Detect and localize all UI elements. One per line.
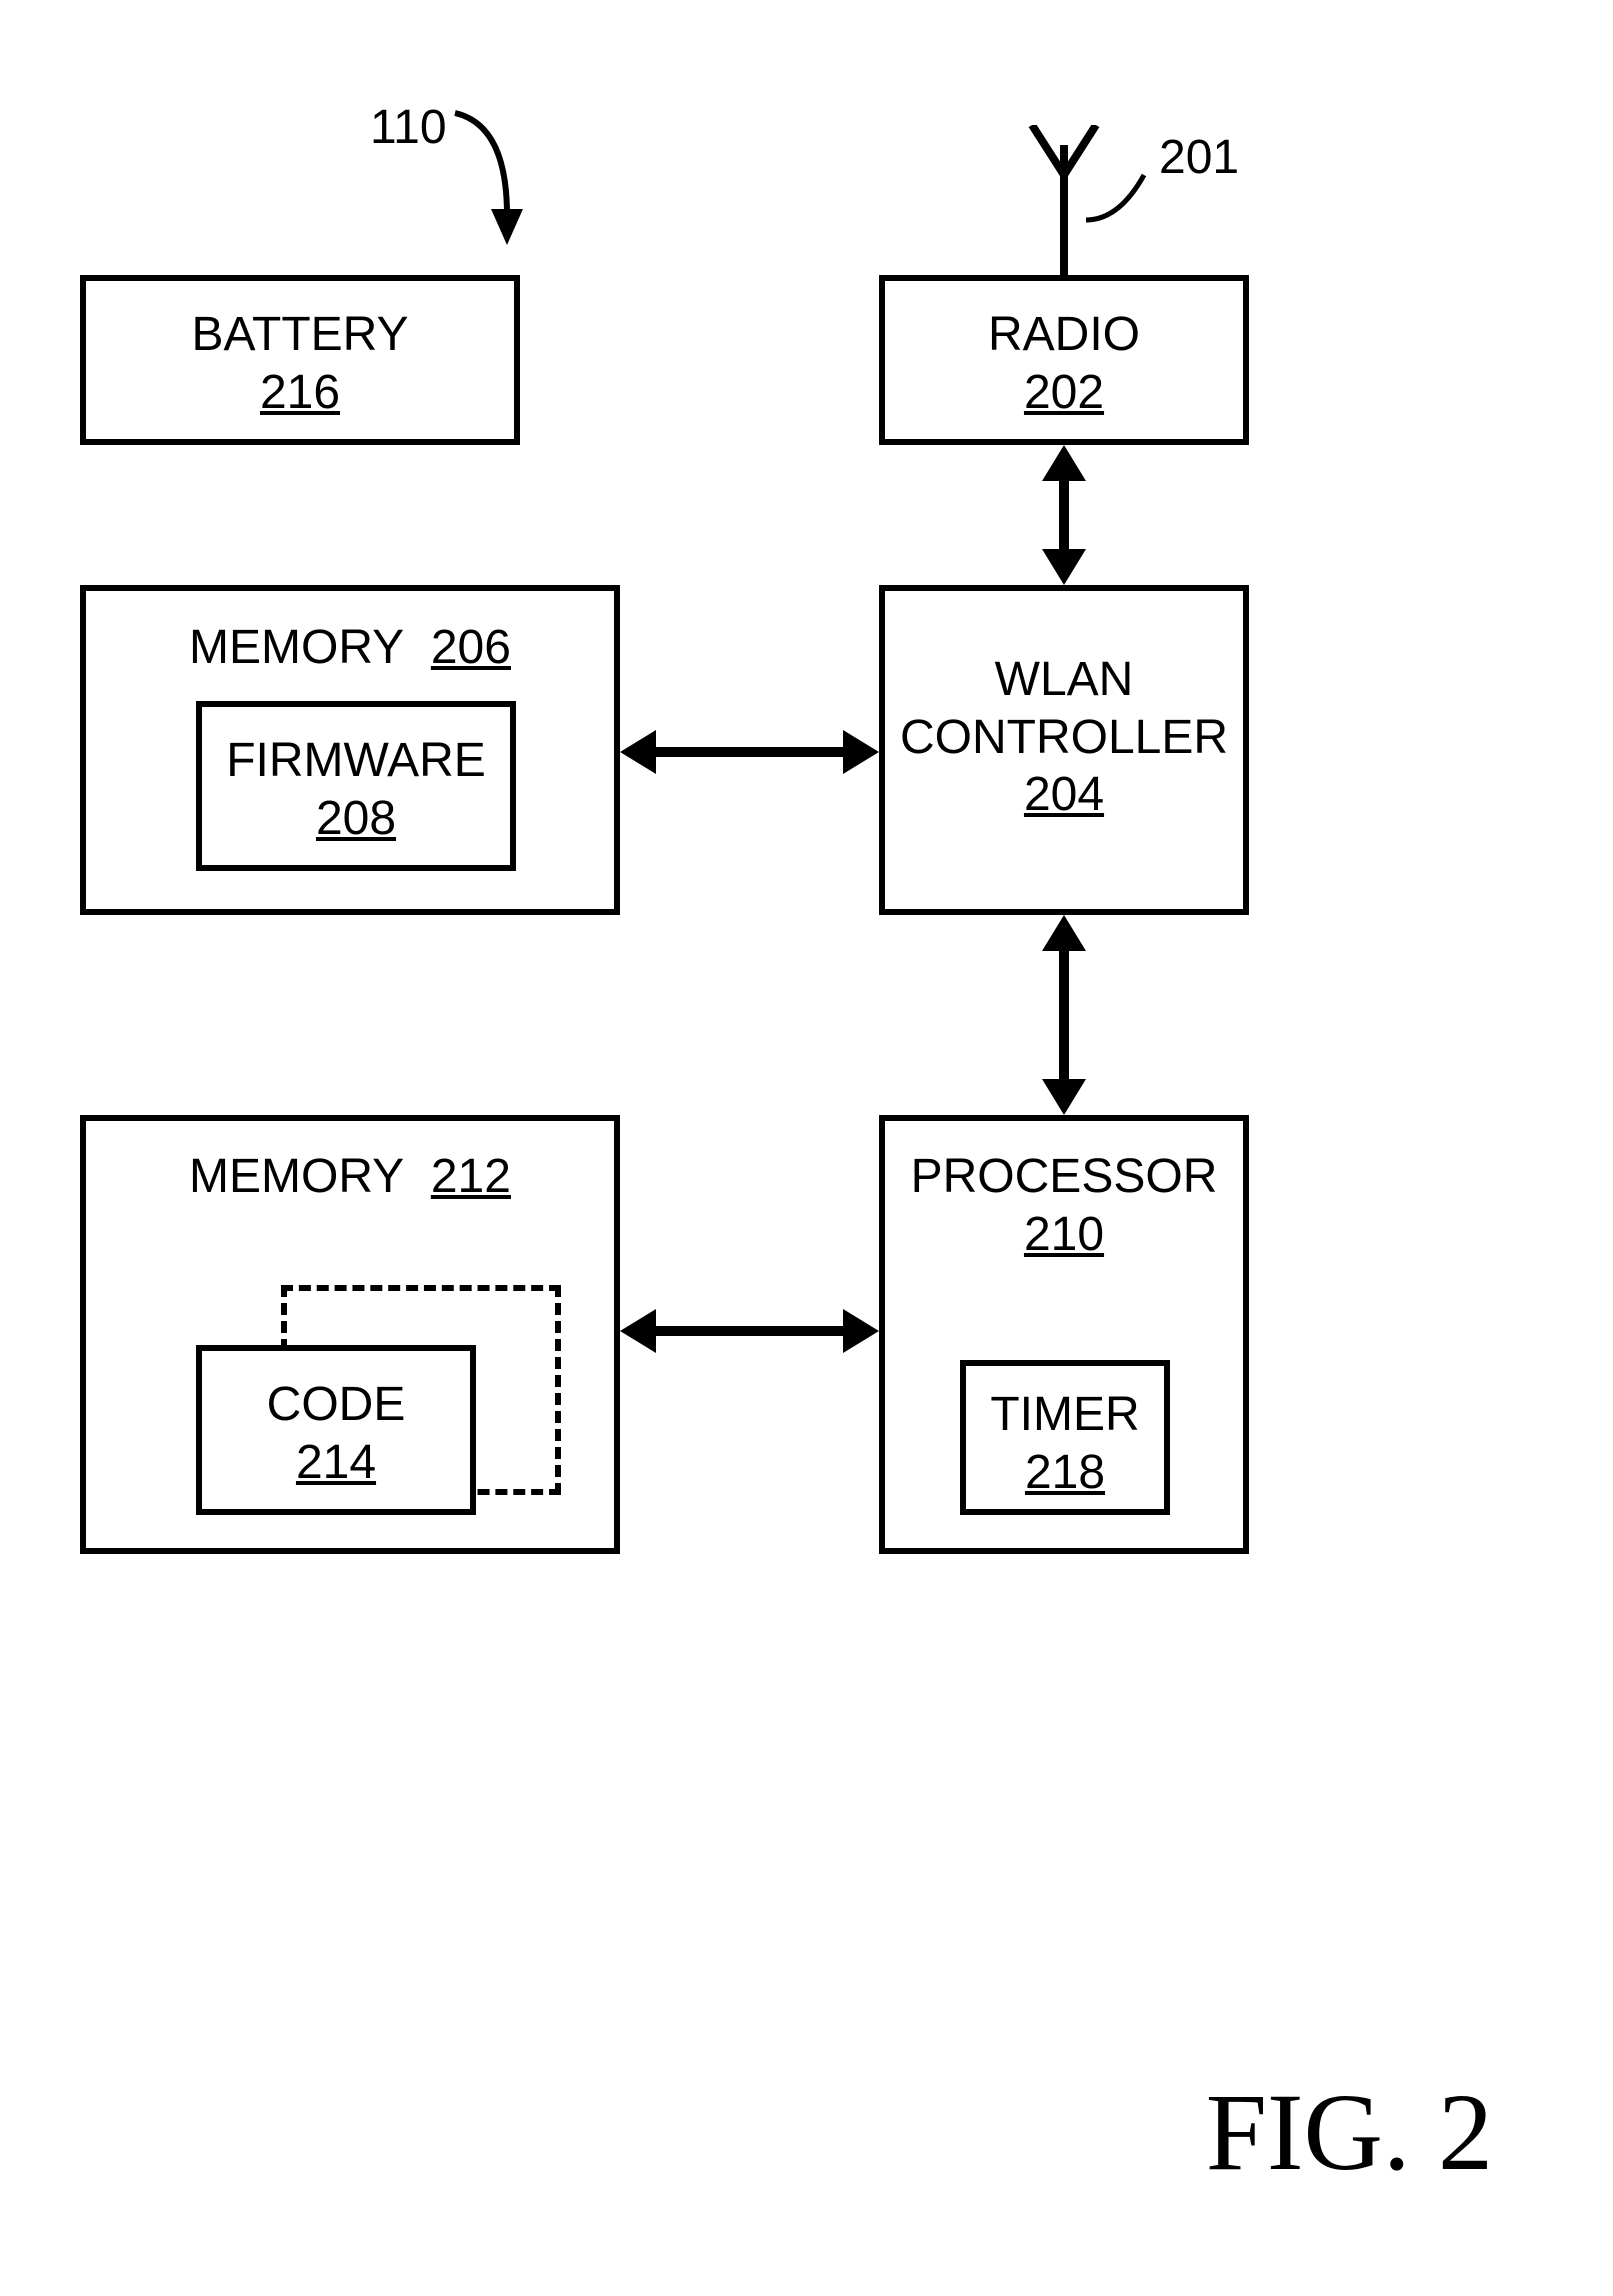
memory-206-title: MEMORY <box>189 621 404 674</box>
radio-title: RADIO <box>885 306 1243 364</box>
arrow-radio-wlan <box>1042 445 1086 585</box>
code-block: CODE 214 <box>196 1345 476 1515</box>
processor-block: PROCESSOR 210 TIMER 218 <box>879 1115 1249 1554</box>
callout-110-arrow <box>445 105 565 255</box>
memory-212-block: MEMORY 212 CODE 214 <box>80 1115 620 1554</box>
wlan-title-l2: CONTROLLER <box>885 709 1243 767</box>
firmware-block: FIRMWARE 208 <box>196 701 516 871</box>
processor-ref: 210 <box>885 1206 1243 1264</box>
battery-ref: 216 <box>86 364 514 422</box>
memory-212-ref: 212 <box>431 1150 511 1203</box>
memory-206-ref: 206 <box>431 621 511 674</box>
wlan-ref: 204 <box>885 766 1243 824</box>
firmware-ref: 208 <box>202 790 510 848</box>
code-ref: 214 <box>202 1434 470 1492</box>
timer-block: TIMER 218 <box>960 1360 1170 1515</box>
processor-title: PROCESSOR <box>885 1148 1243 1206</box>
arrow-memory212-processor <box>620 1309 879 1353</box>
code-title: CODE <box>202 1376 470 1434</box>
arrow-wlan-processor <box>1042 915 1086 1115</box>
battery-title: BATTERY <box>86 306 514 364</box>
battery-block: BATTERY 216 <box>80 275 520 445</box>
timer-ref: 218 <box>966 1444 1164 1502</box>
memory-206-block: MEMORY 206 FIRMWARE 208 <box>80 585 620 915</box>
callout-110: 110 <box>370 100 447 155</box>
memory-212-title: MEMORY <box>189 1150 404 1203</box>
radio-block: RADIO 202 <box>879 275 1249 445</box>
firmware-title: FIRMWARE <box>202 732 510 790</box>
timer-title: TIMER <box>966 1386 1164 1444</box>
arrow-memory206-wlan <box>620 730 879 774</box>
radio-ref: 202 <box>885 364 1243 422</box>
callout-201: 201 <box>1159 130 1239 185</box>
figure-label: FIG. 2 <box>1206 2069 1493 2196</box>
wlan-title-l1: WLAN <box>885 651 1243 709</box>
diagram-canvas: 110 201 BATTERY 216 RADIO 202 MEMORY 2 <box>0 0 1613 2296</box>
wlan-controller-block: WLAN CONTROLLER 204 <box>879 585 1249 915</box>
